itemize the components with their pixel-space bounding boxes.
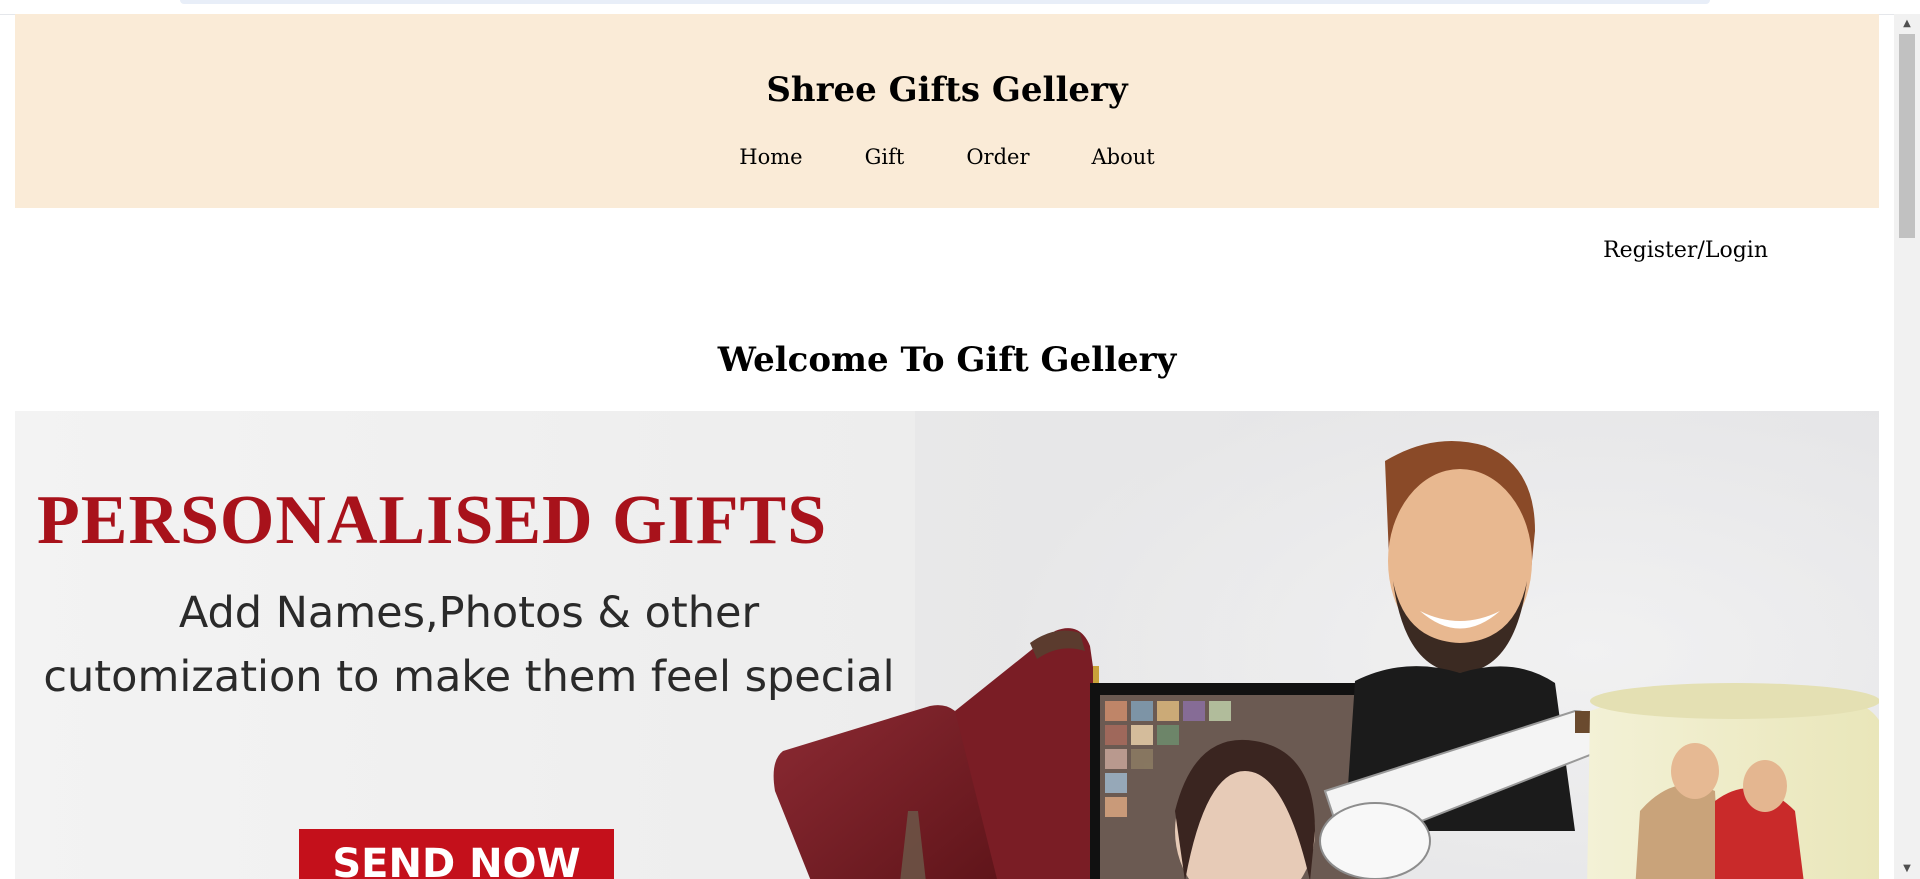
browser-top-bar: [0, 0, 1920, 15]
vertical-scrollbar[interactable]: ▲ ▼: [1894, 14, 1920, 879]
banner-subtext-line-1: Add Names,Photos & other: [178, 588, 760, 638]
main-nav: Home Gift Order About: [15, 145, 1879, 169]
nav-about-link[interactable]: About: [1091, 145, 1154, 169]
address-bar-edge: [180, 0, 1710, 4]
scrollbar-thumb[interactable]: [1899, 34, 1915, 238]
chevron-down-icon[interactable]: ▼: [1894, 859, 1920, 879]
banner-headline: PERSONALISED GIFTS: [37, 482, 828, 559]
site-header: Shree Gifts Gellery Home Gift Order Abou…: [15, 14, 1879, 208]
photo-lamp-image: [1587, 683, 1879, 879]
nav-order-link[interactable]: Order: [966, 145, 1029, 169]
send-now-button[interactable]: SEND NOW: [299, 829, 614, 879]
welcome-heading: Welcome To Gift Gellery: [717, 340, 1177, 380]
nav-home-link[interactable]: Home: [739, 145, 802, 169]
banner-subtext-line-2: cutomization to make them feel special: [43, 652, 895, 702]
register-login-link[interactable]: Register/Login: [1603, 238, 1768, 263]
banner-subtext: Add Names,Photos & other cutomization to…: [29, 581, 909, 709]
nav-gift-link[interactable]: Gift: [865, 145, 905, 169]
page: Shree Gifts Gellery Home Gift Order Abou…: [15, 14, 1879, 879]
site-title: Shree Gifts Gellery: [766, 70, 1128, 110]
chevron-up-icon[interactable]: ▲: [1894, 14, 1920, 34]
hero-banner: PERSONALISED GIFTS Add Names,Photos & ot…: [15, 411, 1879, 879]
